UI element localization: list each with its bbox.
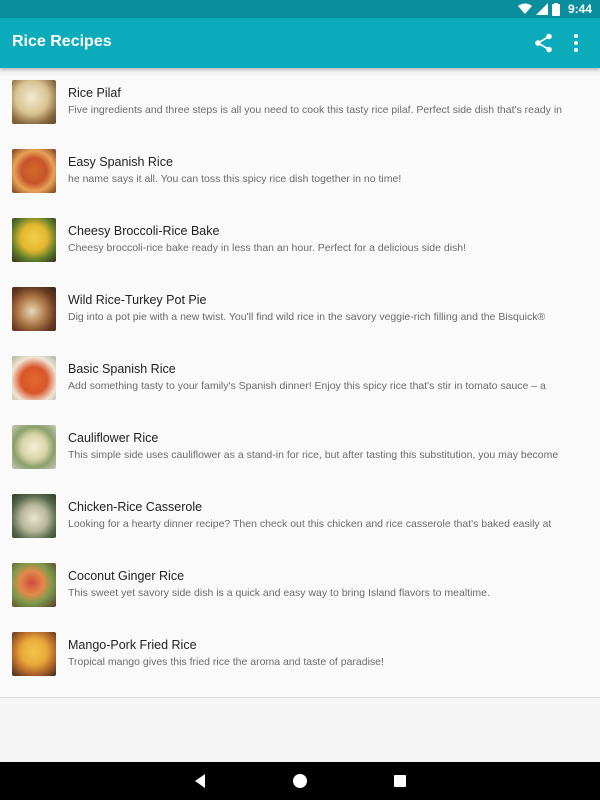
navigation-bar: [0, 762, 600, 800]
recipe-description: Five ingredients and three steps is all …: [68, 104, 563, 116]
recipe-thumbnail: [12, 425, 56, 469]
recipe-thumbnail: [12, 287, 56, 331]
recipe-title: Easy Spanish Rice: [68, 155, 173, 169]
status-time: 9:44: [567, 2, 592, 16]
recipe-description: he name says it all. You can toss this s…: [68, 173, 402, 185]
app-title: Rice Recipes: [12, 33, 112, 50]
more-options-icon[interactable]: [568, 32, 584, 54]
status-bar: 9:44: [0, 0, 600, 18]
recipe-description: Dig into a pot pie with a new twist. You…: [68, 311, 546, 323]
list-item[interactable]: Coconut Ginger Rice This sweet yet savor…: [0, 559, 600, 628]
recipe-thumbnail: [12, 218, 56, 262]
recipe-title: Chicken-Rice Casserole: [68, 500, 203, 514]
recipe-title: Wild Rice-Turkey Pot Pie: [68, 293, 207, 307]
list-item[interactable]: Mango-Pork Fried Rice Tropical mango giv…: [0, 628, 600, 697]
recipe-thumbnail: [12, 632, 56, 676]
recipe-thumbnail: [12, 80, 56, 124]
list-item[interactable]: Basic Spanish Rice Add something tasty t…: [0, 352, 600, 421]
list-item[interactable]: Cauliflower Rice This simple side uses c…: [0, 421, 600, 490]
recipe-title: Mango-Pork Fried Rice: [68, 638, 197, 652]
list-item[interactable]: Rice Pilaf Five ingredients and three st…: [0, 76, 600, 145]
recents-icon[interactable]: [391, 772, 409, 790]
recipe-title: Coconut Ginger Rice: [68, 569, 185, 583]
share-icon[interactable]: [533, 32, 555, 54]
home-icon[interactable]: [291, 772, 309, 790]
list-item[interactable]: Wild Rice-Turkey Pot Pie Dig into a pot …: [0, 283, 600, 352]
recipe-title: Cauliflower Rice: [68, 431, 159, 445]
recipe-title: Basic Spanish Rice: [68, 362, 176, 376]
list-item[interactable]: Easy Spanish Rice he name says it all. Y…: [0, 145, 600, 214]
recipe-description: Tropical mango gives this fried rice the…: [68, 656, 384, 668]
recipe-thumbnail: [12, 563, 56, 607]
recipe-list: Rice Pilaf Five ingredients and three st…: [0, 76, 600, 698]
list-item[interactable]: Cheesy Broccoli-Rice Bake Cheesy broccol…: [0, 214, 600, 283]
list-item[interactable]: Chicken-Rice Casserole Looking for a hea…: [0, 490, 600, 559]
signal-icon: [535, 3, 548, 15]
recipe-description: This simple side uses cauliflower as a s…: [68, 449, 559, 461]
recipe-description: Looking for a hearty dinner recipe? Then…: [68, 518, 552, 530]
recipe-description: This sweet yet savory side dish is a qui…: [68, 587, 490, 599]
recipe-description: Add something tasty to your family's Spa…: [68, 380, 546, 392]
recipe-thumbnail: [12, 494, 56, 538]
app-toolbar: Rice Recipes: [0, 18, 600, 68]
battery-icon: [551, 2, 560, 16]
recipe-thumbnail: [12, 356, 56, 400]
back-icon[interactable]: [191, 772, 209, 790]
recipe-title: Rice Pilaf: [68, 86, 121, 100]
recipe-title: Cheesy Broccoli-Rice Bake: [68, 224, 220, 238]
recipe-thumbnail: [12, 149, 56, 193]
recipe-description: Cheesy broccoli-rice bake ready in less …: [68, 242, 467, 254]
wifi-icon: [517, 3, 532, 14]
